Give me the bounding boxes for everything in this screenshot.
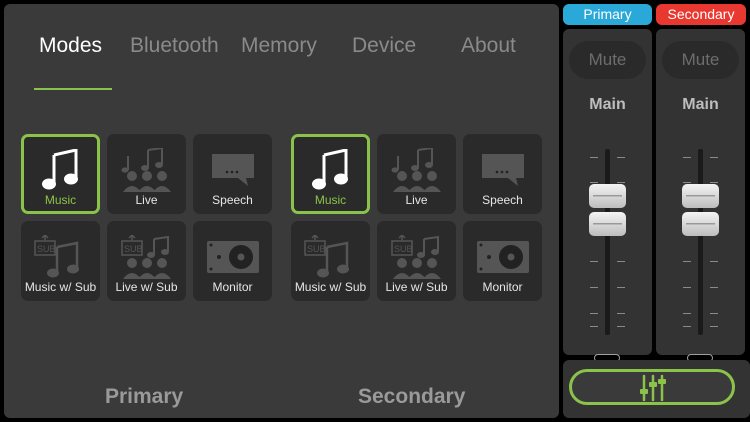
live-crowd-icon [380, 147, 453, 193]
fader-tick [710, 326, 718, 327]
tab-memory[interactable]: Memory [241, 34, 317, 58]
primary-mode-music[interactable]: Music [21, 134, 100, 214]
fader-tick [590, 157, 598, 158]
secondary-strip-label: Main [682, 96, 719, 113]
active-tab-underline [34, 88, 112, 90]
secondary-mode-speech[interactable]: Speech [463, 134, 542, 214]
fader-tick [683, 261, 691, 262]
fader-tick [683, 182, 691, 183]
music-note-icon [294, 147, 367, 193]
primary-channel-badge: Primary [563, 4, 652, 25]
fader-tick [590, 326, 598, 327]
secondary-mode-live-sub[interactable]: SUB Live w/ Sub [377, 221, 456, 301]
tile-label: Live w/ Sub [115, 280, 178, 294]
secondary-mute-button[interactable]: Mute [662, 41, 739, 79]
secondary-channel-strip: Mute Main [656, 29, 745, 362]
tab-about[interactable]: About [461, 34, 516, 58]
tile-label: Music w/ Sub [294, 280, 367, 294]
tile-label: Live [135, 193, 158, 207]
fader-tick [590, 182, 598, 183]
secondary-mode-music[interactable]: Music [291, 134, 370, 214]
tile-label: Live [405, 193, 428, 207]
svg-text:SUB: SUB [37, 244, 56, 254]
live-crowd-icon [110, 147, 183, 193]
primary-mute-button[interactable]: Mute [569, 41, 646, 79]
secondary-fader-track [698, 149, 703, 335]
primary-mode-music-sub[interactable]: SUB Music w/ Sub [21, 221, 100, 301]
svg-text:SUB: SUB [394, 244, 413, 254]
secondary-mode-monitor[interactable]: Monitor [463, 221, 542, 301]
tile-label: Music w/ Sub [24, 280, 97, 294]
fader-tick [710, 182, 718, 183]
fader-tick [617, 326, 625, 327]
music-sub-icon: SUB [24, 234, 97, 280]
fader-tick [617, 182, 625, 183]
tab-modes[interactable]: Modes [39, 34, 102, 58]
tile-label: Music [44, 193, 77, 207]
primary-mode-monitor[interactable]: Monitor [193, 221, 272, 301]
secondary-mode-music-sub[interactable]: SUB Music w/ Sub [291, 221, 370, 301]
fader-tick [683, 326, 691, 327]
tab-bluetooth[interactable]: Bluetooth [130, 34, 219, 58]
primary-fader-knob[interactable] [589, 184, 626, 236]
mixer-toggle-button[interactable] [569, 369, 735, 405]
tile-label: Music [314, 193, 347, 207]
mixer-bar [563, 360, 750, 418]
fader-tick [683, 313, 691, 314]
secondary-channel-badge: Secondary [656, 4, 746, 25]
fader-tick [617, 313, 625, 314]
svg-text:SUB: SUB [124, 244, 143, 254]
svg-text:SUB: SUB [307, 244, 326, 254]
fader-tick [710, 287, 718, 288]
primary-fader-track [605, 149, 610, 335]
secondary-section-label: Secondary [358, 385, 466, 408]
fader-tick [617, 261, 625, 262]
fader-tick [617, 157, 625, 158]
monitor-speaker-icon [466, 234, 539, 280]
fader-tick [683, 157, 691, 158]
monitor-speaker-icon [196, 234, 269, 280]
tile-label: Speech [212, 193, 253, 207]
tab-device[interactable]: Device [352, 34, 416, 58]
primary-mode-live-sub[interactable]: SUB Live w/ Sub [107, 221, 186, 301]
fader-tick [710, 157, 718, 158]
secondary-fader-knob[interactable] [682, 184, 719, 236]
mixer-sliders-icon [640, 374, 666, 407]
tile-label: Monitor [482, 280, 523, 294]
speech-bubble-icon [466, 147, 539, 193]
tile-label: Speech [482, 193, 523, 207]
fader-tick [683, 287, 691, 288]
modes-panel: Modes Bluetooth Memory Device About Musi… [4, 4, 559, 418]
fader-tick [710, 261, 718, 262]
secondary-mode-live[interactable]: Live [377, 134, 456, 214]
fader-tick [710, 313, 718, 314]
tile-label: Live w/ Sub [385, 280, 448, 294]
music-note-icon [24, 147, 97, 193]
music-sub-icon: SUB [294, 234, 367, 280]
fader-tick [617, 287, 625, 288]
primary-section-label: Primary [105, 385, 184, 408]
fader-tick [590, 287, 598, 288]
speech-bubble-icon [196, 147, 269, 193]
primary-channel-strip: Mute Main [563, 29, 652, 362]
fader-tick [590, 313, 598, 314]
primary-mode-live[interactable]: Live [107, 134, 186, 214]
fader-tick [590, 261, 598, 262]
live-sub-icon: SUB [380, 234, 453, 280]
tile-label: Monitor [212, 280, 253, 294]
live-sub-icon: SUB [110, 234, 183, 280]
primary-strip-label: Main [589, 96, 626, 113]
primary-mode-speech[interactable]: Speech [193, 134, 272, 214]
tab-bar: Modes Bluetooth Memory Device About [4, 34, 559, 90]
